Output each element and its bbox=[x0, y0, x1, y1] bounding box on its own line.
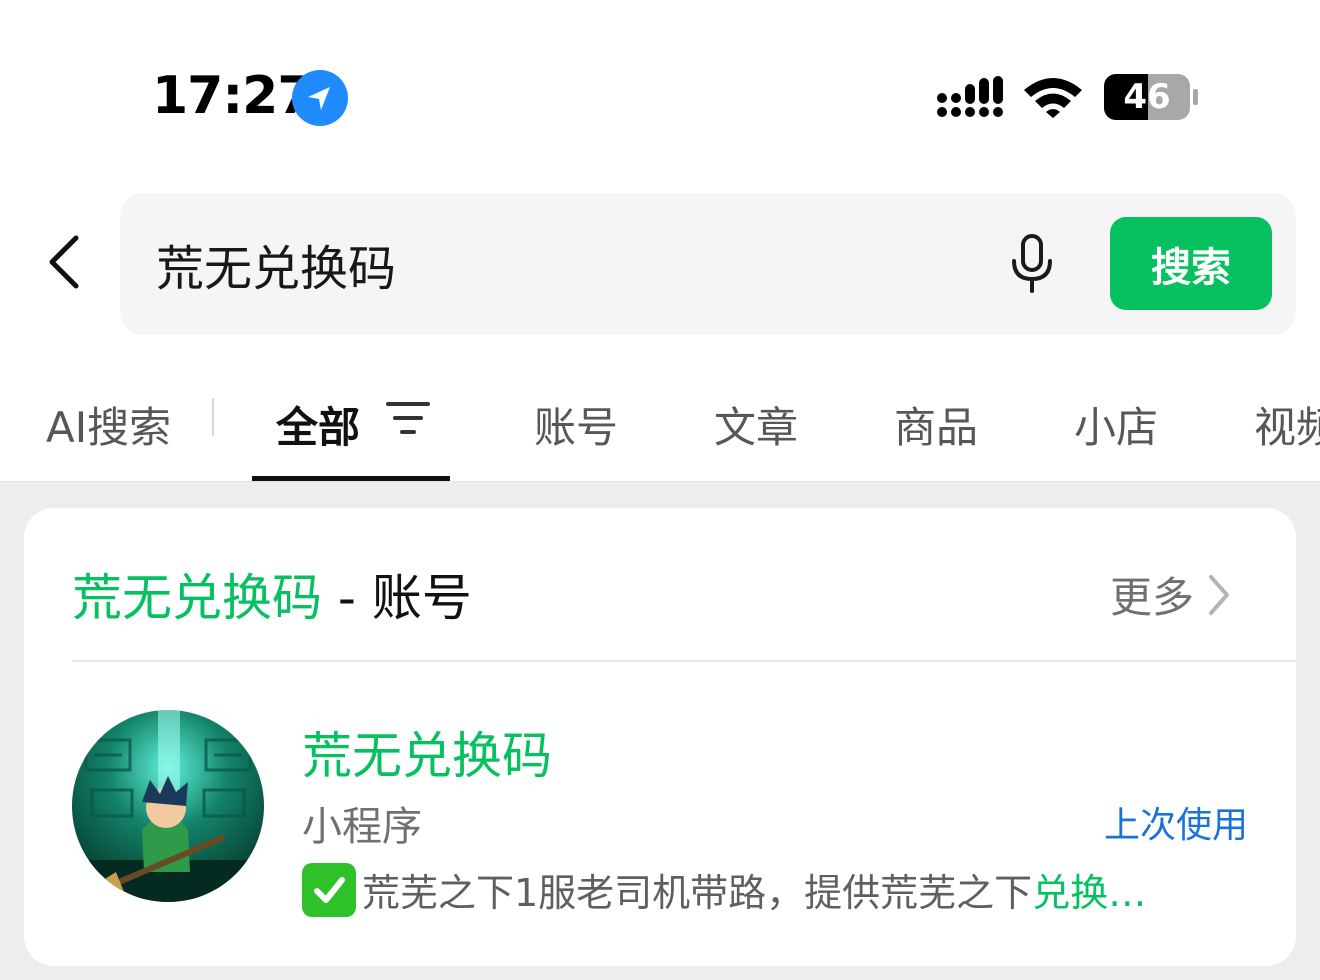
filter-icon[interactable] bbox=[386, 400, 430, 436]
chevron-left-icon bbox=[49, 235, 79, 289]
status-time: 17:27 bbox=[152, 66, 314, 126]
battery-icon: 46 bbox=[1104, 74, 1200, 120]
battery-level: 46 bbox=[1123, 77, 1171, 117]
tab-products[interactable]: 商品 bbox=[894, 394, 978, 455]
tab-all[interactable]: 全部 bbox=[276, 394, 360, 455]
more-label: 更多 bbox=[1110, 573, 1195, 622]
more-link[interactable]: 更多 bbox=[1110, 564, 1232, 625]
tab-shops[interactable]: 小店 bbox=[1074, 394, 1158, 455]
microphone-icon bbox=[1012, 234, 1052, 293]
result-title[interactable]: 荒无兑换码 bbox=[302, 716, 552, 788]
chevron-right-icon bbox=[1209, 574, 1230, 615]
result-type-label: 小程序 bbox=[302, 804, 422, 850]
header-separator: - bbox=[322, 569, 372, 627]
mini-program-avatar[interactable] bbox=[72, 710, 264, 902]
result-description: 荒芜之下1服老司机带路，提供荒芜之下 兑换… bbox=[302, 862, 1242, 917]
header-category: 账号 bbox=[371, 569, 472, 627]
search-header: 搜索 bbox=[0, 170, 1320, 360]
wifi-icon bbox=[1024, 78, 1082, 118]
back-button[interactable] bbox=[40, 232, 90, 292]
header-keyword: 荒无兑换码 bbox=[72, 569, 322, 627]
search-box: 搜索 bbox=[120, 193, 1296, 335]
description-keyword: 兑换… bbox=[1032, 871, 1147, 915]
search-input[interactable] bbox=[156, 229, 976, 299]
tab-ai-search[interactable]: AI搜索 bbox=[46, 394, 171, 455]
search-button[interactable]: 搜索 bbox=[1110, 217, 1272, 310]
tab-videos[interactable]: 视频 bbox=[1254, 394, 1320, 455]
last-used-badge: 上次使用 bbox=[1104, 805, 1249, 846]
tab-articles[interactable]: 文章 bbox=[714, 394, 798, 455]
tab-accounts[interactable]: 账号 bbox=[534, 394, 618, 455]
microphone-button[interactable] bbox=[1006, 233, 1058, 295]
cellular-signal-icon bbox=[937, 76, 1003, 117]
active-tab-indicator bbox=[252, 476, 450, 481]
card-divider bbox=[72, 660, 1296, 662]
description-text: 荒芜之下1服老司机带路，提供荒芜之下 bbox=[362, 871, 1033, 915]
location-arrow-icon bbox=[292, 70, 348, 126]
checkmark-icon bbox=[302, 862, 356, 917]
category-tabs: AI搜索 全部 账号 文章 商品 小店 视频 bbox=[0, 360, 1320, 482]
account-results-card: 荒无兑换码 - 账号 更多 荒无兑换码 小程序 上次使用 荒芜之下1服老司机带路… bbox=[24, 508, 1296, 966]
status-bar: 17:27 46 bbox=[0, 0, 1320, 170]
tab-divider bbox=[212, 398, 214, 436]
card-header: 荒无兑换码 - 账号 bbox=[72, 558, 472, 630]
